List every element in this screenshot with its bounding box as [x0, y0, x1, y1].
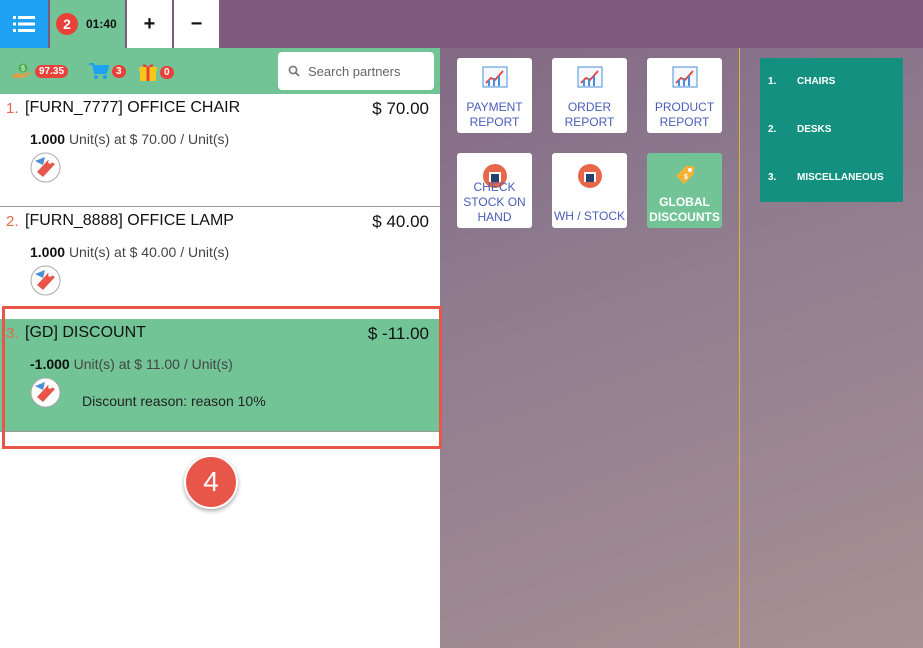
orderline-number: 2.: [6, 213, 19, 230]
report-chart-icon: [577, 66, 602, 88]
gift-count[interactable]: 0: [138, 62, 174, 82]
check-stock-label: CHECK STOCK ON HAND: [457, 180, 532, 225]
discount-tag-icon[interactable]: [30, 265, 61, 301]
wh-stock-button[interactable]: WH / STOCK: [552, 153, 627, 228]
order-number-badge: 2: [56, 13, 78, 35]
label-line: GLOBAL: [659, 195, 710, 209]
menu-button[interactable]: [0, 0, 48, 48]
orderline-quantity-info: 1.000 Unit(s) at $ 70.00 / Unit(s): [30, 131, 229, 147]
global-discounts-button[interactable]: $ GLOBAL DISCOUNTS: [647, 153, 722, 228]
top-bar: 2 01:40 + −: [0, 0, 923, 48]
discount-tag-icon[interactable]: [30, 152, 61, 188]
payment-report-button[interactable]: PAYMENT REPORT: [457, 58, 532, 133]
svg-text:$: $: [684, 174, 688, 181]
order-report-label: ORDER REPORT: [552, 100, 627, 130]
label-line: HAND: [477, 210, 512, 224]
price-tag-icon: $: [675, 166, 694, 184]
category-list: 1. CHAIRS 2. DESKS 3. MISCELLANEOUS: [760, 58, 903, 202]
orderline-product-name: [FURN_7777] OFFICE CHAIR: [25, 99, 241, 116]
report-chart-icon: [672, 66, 697, 88]
label-line: PRODUCT: [654, 100, 715, 114]
orderline-quantity: 1.000: [30, 244, 66, 260]
category-number: 3.: [768, 172, 777, 183]
orderline-unit-text: Unit(s) at $ 11.00 / Unit(s): [73, 356, 233, 372]
orderline-unit-text: Unit(s) at $ 40.00 / Unit(s): [68, 244, 230, 260]
loyalty-points-badge: 97.35: [35, 64, 69, 78]
label-line: STOCK ON: [463, 195, 526, 209]
search-partners-input[interactable]: Search partners: [278, 52, 434, 90]
list-icon: [13, 16, 35, 32]
global-discounts-label: GLOBAL DISCOUNTS: [647, 195, 722, 225]
orderline-price: $ -11.00: [367, 324, 429, 343]
label-line: PAYMENT: [466, 100, 523, 114]
discount-reason-note: Discount reason: reason 10%: [82, 393, 266, 409]
warehouse-icon: [577, 164, 602, 188]
label-line: REPORT: [564, 115, 615, 129]
label-line: REPORT: [469, 115, 520, 129]
category-label: DESKS: [797, 124, 832, 135]
add-order-button[interactable]: +: [127, 0, 172, 48]
orderline-2[interactable]: 2. [FURN_8888] OFFICE LAMP $ 40.00 1.000…: [0, 207, 440, 319]
cart-count-badge: 3: [112, 64, 126, 78]
svg-text:$: $: [21, 66, 25, 73]
category-number: 2.: [768, 124, 777, 135]
orderline-1[interactable]: 1. [FURN_7777] OFFICE CHAIR $ 70.00 1.00…: [0, 94, 440, 206]
label-line: WH / STOCK: [553, 209, 626, 223]
wh-stock-label: WH / STOCK: [552, 209, 627, 224]
label-line: DISCOUNTS: [649, 210, 720, 224]
category-label: MISCELLANEOUS: [797, 172, 884, 183]
cart-icon: [89, 63, 110, 79]
orderline-price: $ 70.00: [372, 99, 429, 118]
label-line: CHECK: [473, 180, 516, 194]
category-item-miscellaneous[interactable]: 3. MISCELLANEOUS: [768, 172, 884, 183]
orderline-3-selected[interactable]: 3. [GD] DISCOUNT $ -11.00 -1.000 Unit(s)…: [0, 319, 440, 431]
search-icon: [288, 65, 300, 77]
cart-count[interactable]: 3: [88, 62, 126, 80]
gift-count-badge: 0: [160, 65, 174, 79]
orderline-number: 1.: [6, 100, 19, 117]
loyalty-points[interactable]: $ 97.35: [9, 62, 69, 80]
category-item-chairs[interactable]: 1. CHAIRS: [768, 76, 835, 87]
money-hand-icon: $: [11, 63, 31, 78]
order-time: 01:40: [86, 17, 117, 31]
orderline-price: $ 40.00: [372, 212, 429, 231]
order-panel-header: $ 97.35 3 0 Search partners: [0, 48, 440, 94]
category-number: 1.: [768, 76, 777, 87]
order-report-button[interactable]: ORDER REPORT: [552, 58, 627, 133]
orderline-quantity-info: 1.000 Unit(s) at $ 40.00 / Unit(s): [30, 244, 229, 260]
category-item-desks[interactable]: 2. DESKS: [768, 124, 831, 135]
step-marker: 4: [184, 455, 238, 509]
payment-report-label: PAYMENT REPORT: [457, 100, 532, 130]
orderline-number: 3.: [6, 325, 19, 342]
order-panel: $ 97.35 3 0 Search partners 1. [FURN_777…: [0, 48, 440, 648]
orderline-divider: [0, 431, 440, 432]
check-stock-button[interactable]: CHECK STOCK ON HAND: [457, 153, 532, 228]
category-label: CHAIRS: [797, 76, 836, 87]
report-chart-icon: [482, 66, 507, 88]
search-placeholder: Search partners: [308, 63, 401, 79]
remove-order-button[interactable]: −: [174, 0, 219, 48]
label-line: REPORT: [659, 115, 710, 129]
orderline-quantity-info: -1.000 Unit(s) at $ 11.00 / Unit(s): [30, 356, 233, 372]
order-tab[interactable]: 2 01:40: [50, 0, 125, 48]
orderline-unit-text: Unit(s) at $ 70.00 / Unit(s): [68, 131, 230, 147]
discount-tag-icon[interactable]: [30, 377, 61, 413]
orderline-quantity: 1.000: [30, 131, 66, 147]
orderline-product-name: [FURN_8888] OFFICE LAMP: [25, 212, 234, 229]
gift-icon: [139, 64, 157, 81]
product-report-label: PRODUCT REPORT: [647, 100, 722, 130]
column-divider: [739, 48, 740, 648]
orderline-product-name: [GD] DISCOUNT: [25, 324, 146, 341]
label-line: ORDER: [567, 100, 612, 114]
product-report-button[interactable]: PRODUCT REPORT: [647, 58, 722, 133]
orderline-quantity: -1.000: [30, 356, 70, 372]
